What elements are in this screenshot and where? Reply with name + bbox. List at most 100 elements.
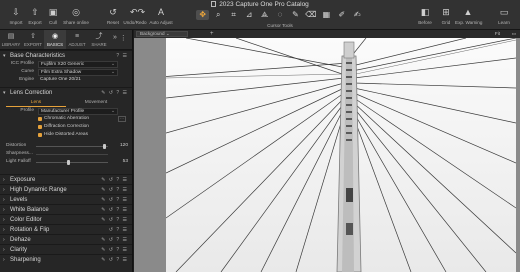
tab-export[interactable]: ⇧ EXPORT <box>22 30 44 49</box>
undo-redo-icon: ↶↷ <box>130 7 146 17</box>
light-falloff-value[interactable]: 53 <box>123 158 128 166</box>
engine-row: Engine Capture One 20/21 <box>0 76 132 84</box>
more-icon[interactable]: ··· <box>118 116 126 122</box>
tab-library[interactable]: ▤ LIBRARY <box>0 30 22 49</box>
chevron-down-icon: ⌄ <box>110 61 115 67</box>
annotate-cursor-icon[interactable]: ✍ <box>351 10 364 20</box>
distortion-slider-row: Distortion 120 <box>6 142 128 150</box>
reset-icon: ↺ <box>109 7 117 17</box>
share-tab-icon: ⤴ <box>95 33 103 40</box>
image-viewer: Background ⌄ + Fit ▭ <box>134 30 520 272</box>
sharpness-slider-row: Sharpness... <box>0 150 132 158</box>
checkbox-checked-icon <box>38 117 42 121</box>
chevron-down-icon: ⌄ <box>110 69 115 75</box>
exposure-warning-button[interactable]: ▲ Exp. Warning <box>455 7 482 26</box>
undo-redo-button[interactable]: ↶↷ Undo/Redo <box>122 7 148 26</box>
high-dynamic-range-tool-header[interactable]: › High Dynamic Range ✎ ↺ ? ☰ <box>0 184 132 194</box>
tab-basics[interactable]: ◉ BASICS <box>44 30 66 49</box>
clarity-tool-header[interactable]: › Clarity ✎ ↺ ? ☰ <box>0 244 132 254</box>
curve-row: Curve Film Extra Shadow ⌄ <box>0 68 132 76</box>
viewer-layout-icon[interactable]: ▭ <box>512 30 516 38</box>
more-tabs-icon[interactable]: » <box>110 30 117 49</box>
white-balance-tool-header[interactable]: › White Balance ✎ ↺ ? ☰ <box>0 204 132 214</box>
chromatic-aberration-checkbox[interactable]: Chromatic Aberration ··· <box>0 115 132 123</box>
lens-profile-select[interactable]: Manufacturer Profile ⌄ <box>38 107 118 115</box>
chevron-down-icon: ⌄ <box>110 108 115 114</box>
document-icon <box>211 1 217 7</box>
lens-correction-tabs: Lens Movement <box>6 99 126 107</box>
cursor-tools: ✥ ⌕ ⌗ ⊿ ⟁ ◌ ✎ ⌫ ▦ ✐ ✍ <box>196 9 364 21</box>
tab-share[interactable]: ⤴ SHARE <box>88 30 110 49</box>
gradient-cursor-icon[interactable]: ▦ <box>320 10 333 20</box>
slider-knob[interactable] <box>67 159 70 165</box>
panel-menu-icon[interactable]: ⋮ <box>117 30 127 49</box>
import-icon: ⇩ <box>12 7 20 17</box>
export-tab-icon: ⇧ <box>30 33 36 40</box>
pan-cursor-icon[interactable]: ✥ <box>196 10 210 20</box>
bridge-photo-image <box>145 37 517 272</box>
viewer-bar: Background ⌄ + Fit ▭ <box>134 30 520 38</box>
auto-adjust-icon: A <box>157 7 164 17</box>
exposure-tool-header[interactable]: › Exposure ✎ ↺ ? ☰ <box>0 174 132 184</box>
light-falloff-slider[interactable] <box>36 159 108 165</box>
add-icon[interactable]: + <box>210 30 214 38</box>
grid-icon: ⊞ <box>442 7 450 17</box>
tools-panel: ▤ LIBRARY ⇧ EXPORT ◉ BASICS ≡ ADJUST ⤴ S… <box>0 30 133 272</box>
adjust-icon: ≡ <box>74 33 80 40</box>
light-falloff-slider-row: Light Falloff 53 <box>6 158 128 166</box>
sharpness-slider[interactable] <box>36 153 108 155</box>
tab-adjust[interactable]: ≡ ADJUST <box>66 30 88 49</box>
share-online-button[interactable]: ◎ Share online <box>63 7 89 26</box>
checkbox-checked-icon <box>38 125 42 129</box>
chevron-down-icon: ⌄ <box>165 31 170 36</box>
share-icon: ◎ <box>72 7 80 17</box>
sharpening-tool-header[interactable]: › Sharpening ✎ ↺ ? ☰ <box>0 254 132 264</box>
straighten-cursor-icon[interactable]: ⊿ <box>242 10 255 20</box>
dehaze-tool-header[interactable]: › Dehaze ✎ ↺ ? ☰ <box>0 234 132 244</box>
library-icon: ▤ <box>7 33 15 40</box>
slider-knob[interactable] <box>103 143 106 149</box>
checkbox-checked-icon <box>38 133 42 137</box>
lens-correction-header[interactable]: ▾ Lens Correction ✎ ↺ ? ☰ <box>0 87 132 97</box>
base-characteristics-header[interactable]: ▾ Base Characteristics ? ☰ <box>0 50 132 60</box>
keystone-cursor-icon[interactable]: ⟁ <box>258 10 271 20</box>
engine-value: Capture One 20/21 <box>40 76 81 82</box>
zoom-cursor-icon[interactable]: ⌕ <box>211 10 224 20</box>
learn-icon: ▭ <box>499 7 509 17</box>
lens-profile-row: Profile Manufacturer Profile ⌄ <box>0 107 132 115</box>
eraser-cursor-icon[interactable]: ⌫ <box>304 10 317 20</box>
diffraction-correction-checkbox[interactable]: Diffraction Correction <box>0 123 132 131</box>
color-picker-cursor-icon[interactable]: ✐ <box>335 10 348 20</box>
photo-preview[interactable] <box>145 37 517 272</box>
cursor-tools-label: Cursor Tools <box>267 23 293 28</box>
levels-tool-header[interactable]: › Levels ✎ ↺ ? ☰ <box>0 194 132 204</box>
chevron-right-icon: › <box>3 257 5 263</box>
background-select[interactable]: Background ⌄ <box>136 31 188 37</box>
rotation-flip-tool-header[interactable]: › Rotation & Flip ↺ ? ☰ <box>0 224 132 234</box>
export-icon: ⇧ <box>31 7 39 17</box>
tab-movement[interactable]: Movement <box>66 99 126 107</box>
cull-icon: ▣ <box>48 7 58 17</box>
basics-icon: ◉ <box>51 33 59 40</box>
color-editor-tool-header[interactable]: › Color Editor ✎ ↺ ? ☰ <box>0 214 132 224</box>
hide-distorted-areas-checkbox[interactable]: Hide Distorted Areas <box>0 131 132 139</box>
tool-actions-icons[interactable]: ✎ ↺ ? ☰ <box>101 88 128 98</box>
before-icon: ◧ <box>420 7 430 17</box>
icc-profile-row: ICC Profile Fujifilm X20 Generic ⌄ <box>0 60 132 68</box>
exposure-warning-icon: ▲ <box>463 7 473 17</box>
auto-adjust-button[interactable]: A Auto Adjust <box>148 7 174 26</box>
spot-removal-cursor-icon[interactable]: ◌ <box>273 10 286 20</box>
tab-lens[interactable]: Lens <box>6 99 66 107</box>
distortion-slider[interactable] <box>36 143 108 149</box>
learn-button[interactable]: ▭ Learn <box>491 7 517 26</box>
brush-cursor-icon[interactable]: ✎ <box>289 10 302 20</box>
tool-tab-bar: ▤ LIBRARY ⇧ EXPORT ◉ BASICS ≡ ADJUST ⤴ S… <box>0 30 132 50</box>
crop-cursor-icon[interactable]: ⌗ <box>227 10 240 20</box>
main-toolbar: 2023 Capture One Pro Catalog ⇩ Import ⇧ … <box>0 0 520 30</box>
chevron-down-icon: ▾ <box>3 90 6 96</box>
curve-select[interactable]: Film Extra Shadow ⌄ <box>38 68 118 76</box>
tool-actions-icons[interactable]: ✎ ↺ ? ☰ <box>101 255 128 265</box>
icc-profile-select[interactable]: Fujifilm X20 Generic ⌄ <box>38 60 118 68</box>
zoom-fit-select[interactable]: Fit <box>495 30 500 38</box>
distortion-value[interactable]: 120 <box>120 142 128 150</box>
